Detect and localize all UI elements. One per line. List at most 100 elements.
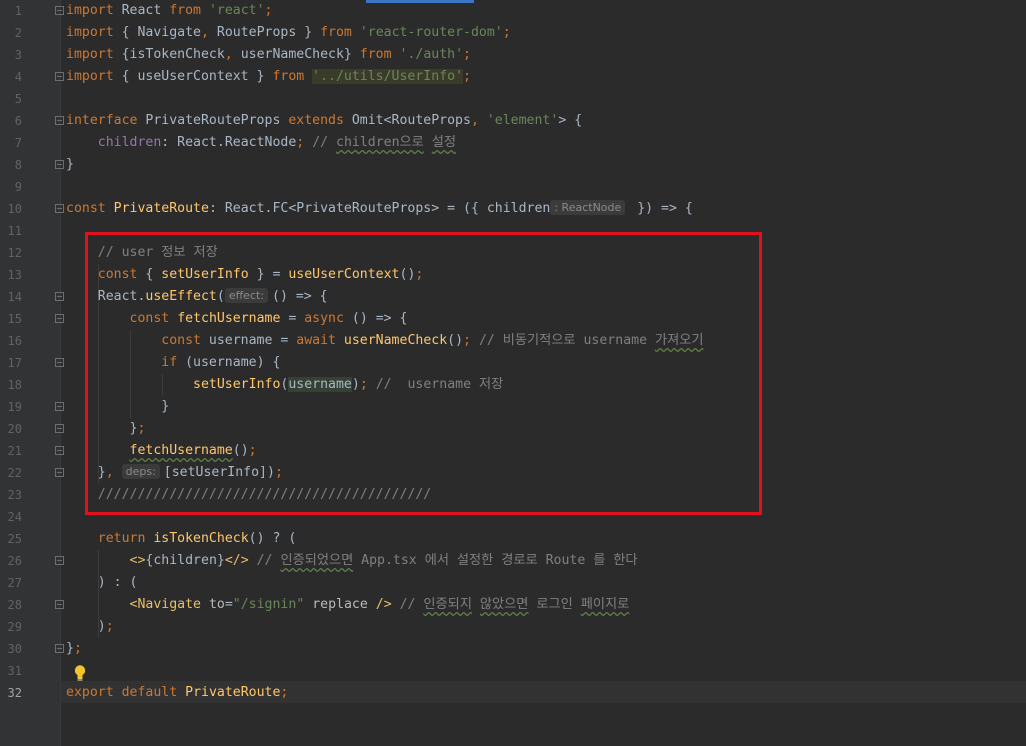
code-token: <Navigate <box>129 597 201 612</box>
code-token: : React.ReactNode <box>161 135 297 150</box>
fold-marker-icon[interactable] <box>55 6 64 15</box>
code-token: 'react' <box>208 3 265 18</box>
code-line[interactable]: <>{children}</> // 인증되었으면 App.tsx 에서 설정한… <box>66 550 638 572</box>
line-number: 28 <box>7 598 22 612</box>
code-token: </> <box>224 553 249 568</box>
line-number: 19 <box>7 400 22 414</box>
line-number: 29 <box>7 620 22 634</box>
fold-marker-icon[interactable] <box>55 160 64 169</box>
fold-marker-icon[interactable] <box>55 446 64 455</box>
line-number: 8 <box>14 158 22 172</box>
fold-marker-icon[interactable] <box>55 556 64 565</box>
code-token: 'react-router-dom' <box>359 25 503 40</box>
code-token: React <box>113 3 170 18</box>
code-token: // <box>256 553 281 568</box>
line-number: 6 <box>14 114 22 128</box>
line-number: 18 <box>7 378 22 392</box>
comment-text: 않았으면 <box>479 597 529 612</box>
fold-marker-icon[interactable] <box>55 116 64 125</box>
code-token: ; <box>280 685 289 700</box>
fold-marker-icon[interactable] <box>55 314 64 323</box>
code-token: interface <box>66 113 138 128</box>
code-token: ; <box>502 25 511 40</box>
code-line[interactable]: import { Navigate, RouteProps } from 're… <box>66 22 511 44</box>
code-token: } <box>66 157 74 172</box>
line-number: 14 <box>7 290 22 304</box>
lightbulb-icon[interactable] <box>73 664 87 682</box>
fold-marker-icon[interactable] <box>55 72 64 81</box>
code-line[interactable]: }; <box>66 638 82 660</box>
code-token: const <box>66 201 106 216</box>
code-line[interactable]: import React from 'react'; <box>66 0 272 22</box>
fold-marker-icon[interactable] <box>55 468 64 477</box>
fold-marker-icon[interactable] <box>55 644 64 653</box>
code-token: from <box>272 69 305 84</box>
code-line[interactable]: <Navigate to="/signin" replace /> // 인증되… <box>66 594 630 616</box>
code-token: to <box>208 597 225 612</box>
code-token: import <box>66 3 114 18</box>
code-token: ) : ( <box>66 575 138 590</box>
code-token: , <box>200 25 209 40</box>
line-number: 17 <box>7 356 22 370</box>
code-line[interactable]: import { useUserContext } from '../utils… <box>66 66 471 88</box>
code-token: { useUserContext } <box>113 69 273 84</box>
line-number: 1 <box>14 4 22 18</box>
code-line[interactable]: children: React.ReactNode; // children으로… <box>66 132 456 154</box>
code-token: extends <box>288 113 344 128</box>
code-token: from <box>320 25 352 40</box>
line-number: 13 <box>7 268 22 282</box>
annotation-highlight-box <box>85 232 762 515</box>
fold-marker-icon[interactable] <box>55 292 64 301</box>
code-line[interactable]: export default PrivateRoute; <box>66 682 288 704</box>
code-token: from <box>359 47 392 62</box>
code-token: ; <box>73 641 82 656</box>
code-token: // <box>312 135 337 150</box>
fold-marker-icon[interactable] <box>55 204 64 213</box>
code-token: from <box>169 3 201 18</box>
code-line[interactable]: ); <box>66 616 114 638</box>
line-number: 27 <box>7 576 22 590</box>
code-token: ) <box>66 619 106 634</box>
line-number: 16 <box>7 334 22 348</box>
code-line[interactable]: const PrivateRoute: React.FC<PrivateRout… <box>66 198 693 220</box>
tab-indicator <box>366 0 474 3</box>
code-token: import <box>66 69 114 84</box>
fold-marker-icon[interactable] <box>55 402 64 411</box>
line-number: 31 <box>7 664 22 678</box>
code-line[interactable]: } <box>66 154 74 176</box>
code-token: }) => { <box>629 201 693 216</box>
comment-text: 페이지로 <box>580 597 630 612</box>
code-token: RouteProps } <box>208 25 321 40</box>
code-line[interactable]: ) : ( <box>66 572 138 594</box>
code-line[interactable]: interface PrivateRouteProps extends Omit… <box>66 110 582 132</box>
line-number: 7 <box>14 136 22 150</box>
line-number: 9 <box>14 180 22 194</box>
fold-marker-icon[interactable] <box>55 358 64 367</box>
code-token: import <box>66 47 114 62</box>
line-number: 5 <box>14 92 22 106</box>
code-editor[interactable]: 1 2 3 4 5 6 7 8 9 10 11 12 13 14 15 16 17 18 19 20 21 22 23 24 2… <box>0 0 1026 746</box>
parameter-hint: : ReactNode <box>550 200 626 215</box>
code-token: // <box>399 597 424 612</box>
code-token: {isTokenCheck <box>113 47 225 62</box>
code-line[interactable]: return isTokenCheck() ? ( <box>66 528 297 550</box>
comment-text: 설정 <box>431 135 457 150</box>
code-token: Omit<RouteProps <box>343 113 471 128</box>
fold-marker-icon[interactable] <box>55 600 64 609</box>
code-token: children <box>97 135 162 150</box>
code-line[interactable]: import {isTokenCheck, userNameCheck} fro… <box>66 44 471 66</box>
line-number: 2 <box>14 26 22 40</box>
fold-marker-icon[interactable] <box>55 424 64 433</box>
line-number: 23 <box>7 488 22 502</box>
